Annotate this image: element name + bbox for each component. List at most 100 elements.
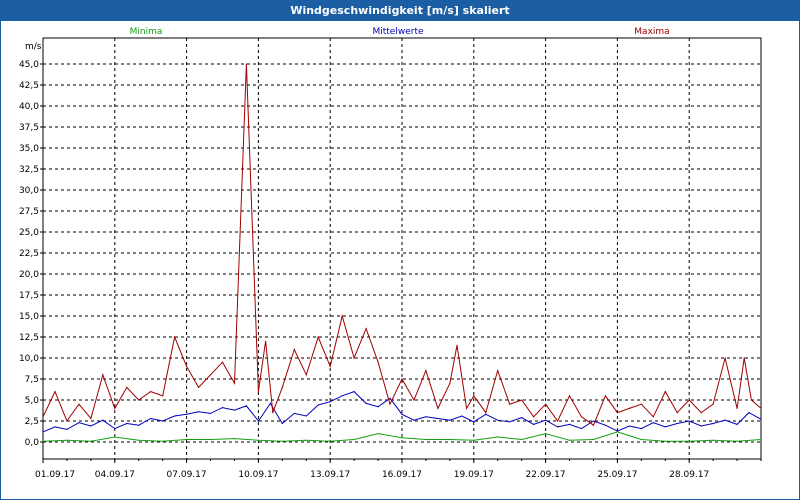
data-point-maxima (473, 395, 475, 397)
data-point-maxima (628, 407, 630, 409)
data-point-minima (545, 433, 547, 435)
wind-speed-chart: m/s 0,0 2,5 5,0 7,5 10,0 12,5 15,0 17,5 20,0 22,5 2… (19, 27, 762, 480)
y-tick-label: 10,0 (19, 354, 39, 364)
y-tick-label: 27,5 (19, 207, 39, 217)
data-point-mittelwerte (413, 419, 415, 421)
data-point-mittelwerte (389, 397, 391, 399)
data-point-mittelwerte (353, 391, 355, 393)
data-point-maxima (150, 391, 152, 393)
x-tick-label: 10.09.17 (238, 470, 278, 480)
data-point-maxima (449, 382, 451, 384)
data-point-mittelwerte (437, 417, 439, 420)
data-point-minima (401, 437, 403, 439)
data-point-maxima (664, 391, 666, 393)
data-point-minima (186, 438, 188, 441)
data-point-mittelwerte (138, 424, 140, 426)
data-point-mittelwerte (425, 416, 427, 418)
data-point-mittelwerte (664, 426, 666, 428)
data-point-mittelwerte (497, 419, 499, 421)
data-point-mittelwerte (281, 422, 283, 425)
data-point-mittelwerte (90, 425, 92, 427)
data-point-minima (736, 440, 738, 442)
data-point-mittelwerte (556, 426, 559, 428)
data-point-maxima (257, 391, 259, 393)
data-point-mittelwerte (736, 423, 738, 425)
data-point-maxima (413, 399, 415, 401)
data-point-mittelwerte (233, 409, 236, 411)
data-point-mittelwerte (712, 422, 714, 425)
data-point-minima (712, 439, 714, 441)
data-point-mittelwerte (54, 426, 56, 428)
data-point-maxima (688, 399, 690, 401)
data-point-maxima (712, 403, 714, 405)
data-point-maxima (317, 336, 319, 338)
legend-maxima: Maxima (634, 27, 669, 37)
data-point-maxima (66, 420, 68, 422)
y-tick-label: 45,0 (19, 60, 39, 70)
data-point-maxima (509, 403, 511, 405)
data-point-mittelwerte (521, 417, 523, 419)
data-point-mittelwerte (162, 420, 164, 422)
y-tick-label: 0,0 (25, 438, 40, 448)
data-point-maxima (272, 412, 274, 414)
data-point-mittelwerte (485, 413, 487, 415)
data-point-maxima (54, 391, 56, 393)
y-tick-label: 32,5 (19, 165, 39, 175)
data-point-minima (329, 440, 331, 442)
data-point-maxima (545, 403, 547, 405)
data-point-mittelwerte (329, 401, 331, 403)
data-point-minima (281, 440, 283, 442)
data-point-minima (449, 438, 451, 441)
data-point-mittelwerte (760, 418, 762, 420)
y-tick-label: 12,5 (19, 333, 39, 343)
y-tick-label: 37,5 (19, 123, 39, 133)
data-point-minima (640, 438, 642, 441)
y-tick-label: 22,5 (19, 249, 39, 259)
data-point-maxima (162, 395, 164, 397)
data-point-mittelwerte (209, 412, 212, 415)
data-point-mittelwerte (102, 419, 104, 421)
x-tick-label: 01.09.17 (35, 470, 75, 480)
data-point-mittelwerte (114, 427, 116, 430)
data-point-mittelwerte (449, 419, 451, 421)
data-point-maxima (245, 63, 248, 65)
x-tick-label: 22.09.17 (526, 470, 566, 480)
legend-mittelwerte: Mittelwerte (372, 27, 423, 37)
data-point-mittelwerte (628, 425, 630, 427)
data-point-mittelwerte (269, 402, 271, 404)
data-point-maxima (401, 378, 403, 380)
data-point-mittelwerte (150, 417, 152, 420)
data-point-maxima (209, 374, 212, 376)
data-point-mittelwerte (174, 415, 176, 417)
data-point-mittelwerte (78, 422, 80, 424)
data-point-minima (425, 438, 427, 441)
y-tick-label: 2,5 (25, 417, 39, 427)
data-point-maxima (521, 399, 523, 401)
data-point-maxima (353, 357, 355, 359)
x-tick-label: 13.09.17 (310, 470, 350, 480)
data-point-minima (162, 440, 164, 442)
x-tick-label: 16.09.17 (382, 470, 422, 480)
data-point-mittelwerte (197, 411, 200, 413)
data-point-maxima (293, 349, 295, 351)
data-point-mittelwerte (305, 415, 307, 417)
data-point-maxima (724, 357, 726, 359)
data-point-maxima (341, 315, 343, 317)
data-point-maxima (425, 370, 427, 372)
data-point-mittelwerte (748, 412, 750, 414)
data-point-minima (353, 438, 355, 441)
data-point-maxima (580, 416, 583, 418)
data-point-minima (521, 438, 523, 441)
data-point-maxima (652, 416, 654, 418)
data-point-maxima (640, 403, 642, 405)
data-point-mittelwerte (616, 430, 619, 432)
data-point-mittelwerte (640, 427, 642, 430)
data-point-mittelwerte (126, 422, 128, 425)
data-point-mittelwerte (545, 419, 547, 421)
data-point-maxima (233, 382, 236, 384)
data-point-mittelwerte (700, 425, 702, 427)
data-point-maxima (437, 407, 439, 409)
data-point-mittelwerte (568, 423, 571, 425)
data-point-maxima (264, 340, 267, 342)
data-point-minima (114, 436, 116, 438)
